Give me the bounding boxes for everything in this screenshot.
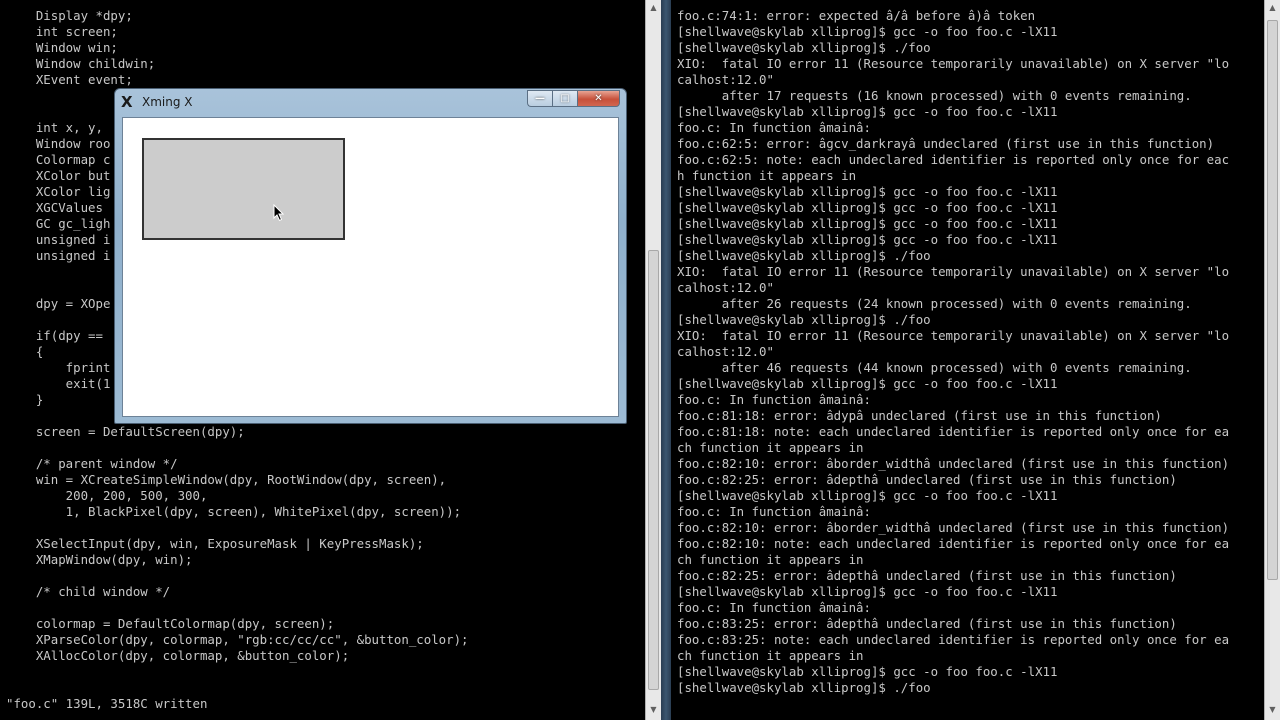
- text-line: after 46 requests (44 known processed) w…: [677, 360, 1192, 375]
- text-line: foo.c:82:10: error: âborder_widthâ undec…: [677, 456, 1230, 471]
- text-line: [0, 600, 645, 616]
- text-line: foo.c:62:5: error: âgcv_darkrayâ undecla…: [677, 136, 1215, 151]
- text-line: [0, 440, 645, 456]
- child-window[interactable]: [142, 138, 345, 240]
- text-line: foo.c: In function âmainâ:: [677, 504, 871, 519]
- text-line: /* child window */: [6, 584, 171, 599]
- text-line: XIO: fatal IO error 11 (Resource tempora…: [677, 56, 1230, 71]
- text-line: foo.c: In function âmainâ:: [677, 600, 871, 615]
- text-line: XEvent event;: [6, 72, 133, 87]
- text-line: foo.c:62:5: note: each undeclared identi…: [677, 152, 1230, 167]
- scroll-up-icon[interactable]: ▲: [1265, 0, 1280, 16]
- text-line: XIO: fatal IO error 11 (Resource tempora…: [677, 264, 1230, 279]
- text-line: /* parent window */: [6, 456, 178, 471]
- x-client-area[interactable]: [122, 117, 619, 417]
- text-line: foo.c:82:10: note: each undeclared ident…: [677, 536, 1230, 551]
- text-line: foo.c:81:18: error: âdypâ undeclared (fi…: [677, 408, 1162, 423]
- caption-buttons: — □ ✕: [527, 90, 620, 108]
- window-title: Xming X: [142, 95, 193, 109]
- text-line: XIO: fatal IO error 11 (Resource tempora…: [677, 328, 1230, 343]
- text-line: h function it appears in: [677, 168, 857, 183]
- text-line: [shellwave@skylab xlliprog]$ gcc -o foo …: [677, 376, 1058, 391]
- mouse-pointer-icon: [273, 204, 285, 222]
- text-line: Display *dpy;: [6, 8, 133, 23]
- text-line: 1, BlackPixel(dpy, screen), WhitePixel(d…: [6, 504, 462, 519]
- text-line: colormap = DefaultColormap(dpy, screen);: [6, 616, 335, 631]
- minimize-button[interactable]: —: [527, 90, 552, 107]
- text-line: [0, 568, 645, 584]
- text-line: ch function it appears in: [677, 552, 864, 567]
- text-line: calhost:12.0": [677, 72, 774, 87]
- text-line: foo.c:83:25: error: âdepthâ undeclared (…: [677, 616, 1177, 631]
- text-line: [shellwave@skylab xlliprog]$ gcc -o foo …: [677, 200, 1058, 215]
- vim-status-line: "foo.c" 139L, 3518C written: [6, 696, 208, 711]
- text-line: XMapWindow(dpy, win);: [6, 552, 193, 567]
- text-line: [shellwave@skylab xlliprog]$ ./foo: [677, 40, 931, 55]
- text-line: foo.c: In function âmainâ:: [677, 392, 871, 407]
- text-line: foo.c:83:25: note: each undeclared ident…: [677, 632, 1230, 647]
- text-line: foo.c:82:25: error: âdepthâ undeclared (…: [677, 472, 1177, 487]
- text-line: [shellwave@skylab xlliprog]$ gcc -o foo …: [677, 184, 1058, 199]
- close-button[interactable]: ✕: [577, 90, 620, 107]
- text-line: foo.c: In function âmainâ:: [677, 120, 871, 135]
- scroll-thumb[interactable]: [1267, 20, 1278, 580]
- right-terminal[interactable]: foo.c:74:1: error: expected â/â before â…: [671, 0, 1280, 720]
- scroll-down-icon[interactable]: ▼: [646, 702, 661, 718]
- text-line: Window win;: [6, 40, 118, 55]
- right-scrollbar[interactable]: ▲ ▼: [1264, 0, 1280, 720]
- text-line: [shellwave@skylab xlliprog]$ gcc -o foo …: [677, 584, 1058, 599]
- text-line: foo.c:82:25: error: âdepthâ undeclared (…: [677, 568, 1177, 583]
- x-logo-icon: X: [121, 93, 133, 111]
- desktop-divider: [661, 0, 671, 720]
- text-line: foo.c:82:10: error: âborder_widthâ undec…: [677, 520, 1230, 535]
- scroll-down-icon[interactable]: ▼: [1265, 702, 1280, 718]
- text-line: XAllocColor(dpy, colormap, &button_color…: [6, 648, 350, 663]
- text-line: [shellwave@skylab xlliprog]$ ./foo: [677, 312, 931, 327]
- text-line: win = XCreateSimpleWindow(dpy, RootWindo…: [6, 472, 447, 487]
- text-line: [0, 520, 645, 536]
- text-line: after 17 requests (16 known processed) w…: [677, 88, 1192, 103]
- maximize-button[interactable]: □: [552, 90, 577, 107]
- scroll-thumb[interactable]: [648, 250, 659, 690]
- text-line: [shellwave@skylab xlliprog]$ gcc -o foo …: [677, 24, 1058, 39]
- text-line: [shellwave@skylab xlliprog]$ gcc -o foo …: [677, 104, 1058, 119]
- left-scrollbar[interactable]: ▲ ▼: [645, 0, 661, 720]
- text-line: after 26 requests (24 known processed) w…: [677, 296, 1192, 311]
- text-line: screen = DefaultScreen(dpy);: [6, 424, 245, 439]
- text-line: calhost:12.0": [677, 344, 774, 359]
- text-line: XParseColor(dpy, colormap, "rgb:cc/cc/cc…: [6, 632, 469, 647]
- scroll-up-icon[interactable]: ▲: [646, 0, 661, 16]
- window-titlebar[interactable]: X Xming X — □ ✕: [115, 89, 626, 115]
- text-line: [shellwave@skylab xlliprog]$ gcc -o foo …: [677, 232, 1058, 247]
- text-line: foo.c:74:1: error: expected â/â before â…: [677, 8, 1036, 23]
- xming-window[interactable]: X Xming X — □ ✕: [114, 88, 627, 424]
- text-line: foo.c:81:18: note: each undeclared ident…: [677, 424, 1230, 439]
- text-line: [shellwave@skylab xlliprog]$ gcc -o foo …: [677, 216, 1058, 231]
- text-line: XSelectInput(dpy, win, ExposureMask | Ke…: [6, 536, 424, 551]
- text-line: [shellwave@skylab xlliprog]$ ./foo: [677, 248, 931, 263]
- text-line: [shellwave@skylab xlliprog]$ gcc -o foo …: [677, 664, 1058, 679]
- text-line: ch function it appears in: [677, 440, 864, 455]
- text-line: int screen;: [6, 24, 118, 39]
- text-line: ch function it appears in: [677, 648, 864, 663]
- text-line: calhost:12.0": [677, 280, 774, 295]
- text-line: 200, 200, 500, 300,: [6, 488, 208, 503]
- text-line: [shellwave@skylab xlliprog]$ ./foo: [677, 680, 931, 695]
- text-line: Window childwin;: [6, 56, 156, 71]
- terminal-output[interactable]: foo.c:74:1: error: expected â/â before â…: [671, 8, 1280, 696]
- text-line: [shellwave@skylab xlliprog]$ gcc -o foo …: [677, 488, 1058, 503]
